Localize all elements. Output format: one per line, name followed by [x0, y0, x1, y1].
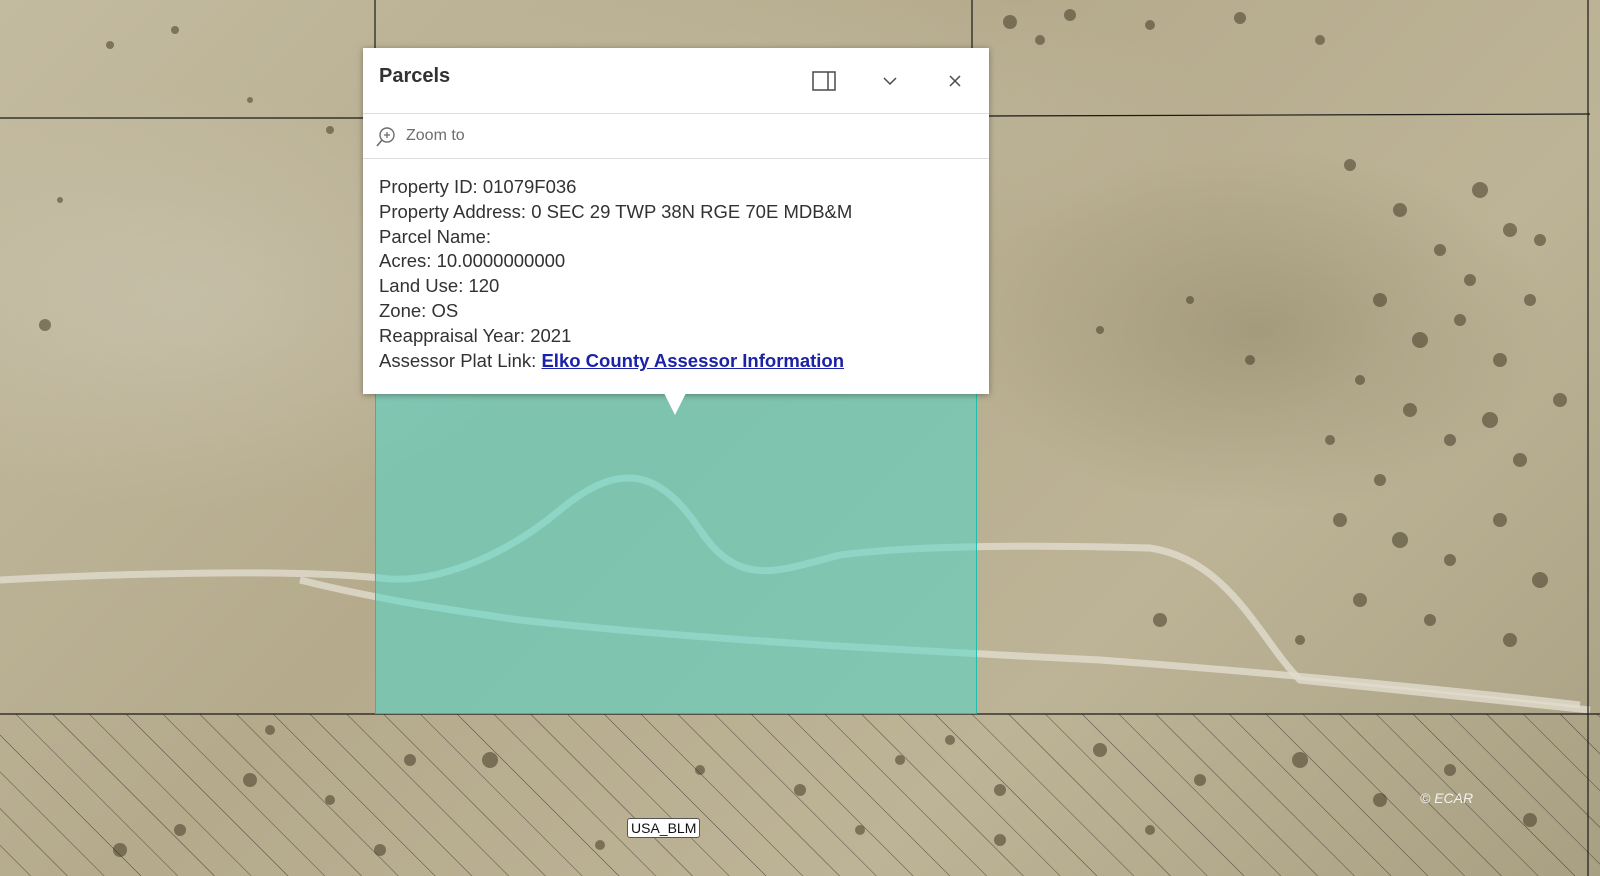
parcel-popup: Parcels Zoom to Property ID: 01079F036 P…: [363, 48, 989, 394]
zoom-to-label: Zoom to: [406, 127, 465, 144]
map-attribution: © ECAR: [1420, 790, 1474, 806]
popup-header: Parcels: [363, 48, 989, 114]
attr-property-id: Property ID: 01079F036: [379, 176, 577, 197]
attr-land-use: Land Use: 120: [379, 275, 500, 297]
attr-plat-link: Assessor Plat Link: Elko County Assessor…: [379, 349, 845, 371]
attr-property-address: Property Address: 0 SEC 29 TWP 38N RGE 7…: [379, 200, 853, 222]
attr-zone: Zone: OS: [379, 299, 459, 321]
attr-acres: Acres: 10.0000000000: [379, 250, 566, 272]
collapse-button[interactable]: [873, 64, 907, 98]
close-button[interactable]: [938, 64, 972, 98]
dock-button[interactable]: [807, 64, 841, 98]
zoom-to-button[interactable]: Zoom to: [363, 114, 989, 159]
popup-title: Parcels: [379, 65, 451, 87]
assessor-info-link[interactable]: Elko County Assessor Information: [541, 350, 844, 371]
chevron-down-icon: [883, 77, 897, 86]
attr-parcel-name: Parcel Name:: [379, 225, 492, 247]
zoom-in-icon: [376, 127, 395, 147]
selected-parcel-highlight[interactable]: [375, 392, 977, 714]
popup-pointer: [664, 393, 686, 415]
attribute-list: Property ID: 01079F036 Property Address:…: [363, 159, 989, 373]
close-icon: [949, 75, 961, 87]
attr-reappraisal-year: Reappraisal Year: 2021: [379, 324, 572, 346]
dock-side-icon: [812, 71, 836, 91]
blm-area: [0, 714, 1600, 876]
blm-layer-label: USA_BLM: [627, 818, 701, 838]
